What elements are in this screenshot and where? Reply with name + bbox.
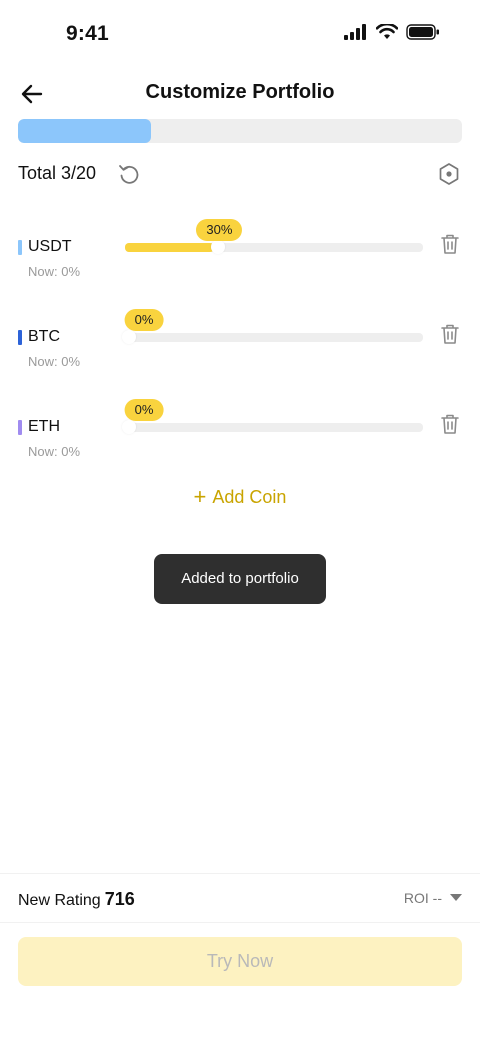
slider-fill [125,243,215,252]
coin-color-marker [18,420,22,435]
allocation-slider[interactable]: 0% [122,309,423,353]
status-time: 9:41 [66,22,109,45]
rating-value: 716 [104,889,135,909]
add-coin-label: Add Coin [212,487,287,507]
coin-row-eth: ETH Now: 0% 0% [18,390,462,470]
roi-dropdown[interactable]: ROI -- [404,890,462,906]
signal-icon [344,24,366,40]
nav-bar: Customize Portfolio [0,72,480,114]
page-title: Customize Portfolio [145,81,335,103]
rating-label: New Rating 716 [18,889,135,910]
footer-divider-top [0,873,480,874]
percent-badge: 30% [196,219,243,241]
try-now-button[interactable]: Try Now [18,937,462,986]
coin-color-marker [18,240,22,255]
delete-coin-button[interactable] [438,412,462,436]
add-coin-button[interactable]: + Add Coin [0,484,480,510]
slider-track [125,423,423,432]
battery-icon [406,24,439,40]
percent-badge: 0% [124,309,164,331]
hexagon-settings-icon [439,163,459,185]
status-icons [344,24,440,40]
coin-color-marker [18,330,22,345]
percent-badge: 0% [124,399,164,421]
delete-coin-button[interactable] [438,232,462,256]
delete-coin-button[interactable] [438,322,462,346]
refresh-icon [119,165,139,184]
portfolio-progress-bar [18,119,462,143]
slider-thumb[interactable] [122,420,136,434]
coin-row-btc: BTC Now: 0% 0% [18,300,462,380]
settings-button[interactable] [436,161,462,187]
coin-now: Now: 0% [28,444,81,459]
coin-row-usdt: USDT Now: 0% 30% [18,210,462,290]
toast-message: Added to portfolio [154,554,326,604]
plus-icon: + [193,484,207,509]
total-label: Total 3/20 [18,163,97,183]
footer-divider-bottom [0,922,480,923]
trash-icon [441,414,459,434]
coin-name: USDT [28,238,72,255]
allocation-slider[interactable]: 0% [122,399,423,443]
rating-label-text: New Rating [18,892,101,909]
portfolio-progress-fill [18,119,152,143]
coin-name: ETH [28,418,60,435]
trash-icon [441,324,459,344]
wifi-icon [376,24,398,39]
trash-icon [441,234,459,254]
roi-label: ROI -- [403,890,442,906]
allocation-slider[interactable]: 30% [125,219,423,263]
coin-now: Now: 0% [28,354,81,369]
reset-button[interactable] [116,161,142,187]
rating-row: New Rating 716 ROI -- [18,884,462,912]
coin-now: Now: 0% [28,264,81,279]
status-bar: 9:41 [0,0,480,72]
slider-track [125,333,423,342]
caret-down-icon [450,894,462,901]
total-row: Total 3/20 [18,160,462,188]
coin-name: BTC [28,328,60,345]
slider-thumb[interactable] [122,330,136,344]
